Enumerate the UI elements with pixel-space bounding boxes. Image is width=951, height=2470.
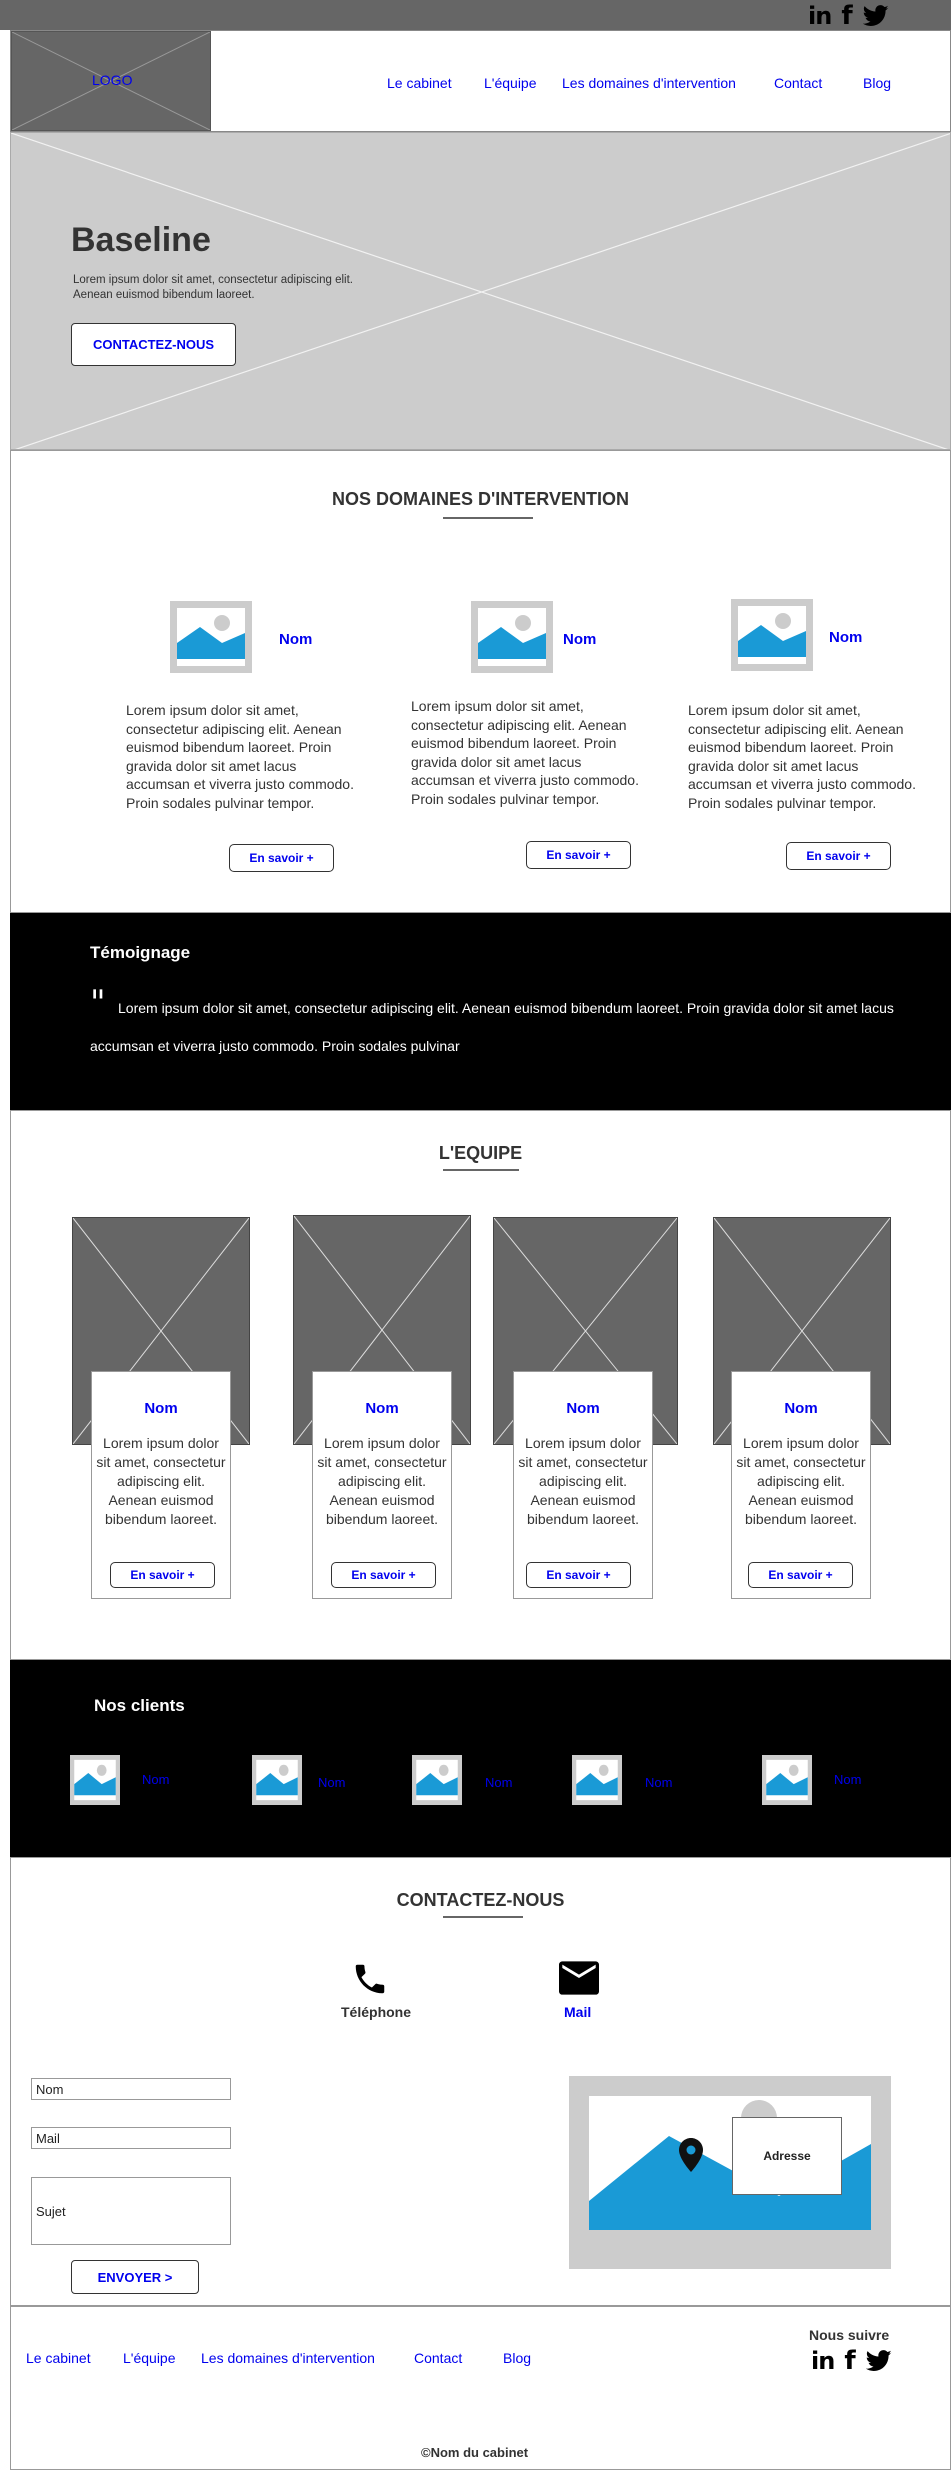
send-button[interactable]: ENVOYER > xyxy=(71,2260,199,2294)
map-placeholder[interactable]: Adresse xyxy=(569,2076,891,2269)
domaines-title-underline xyxy=(443,517,533,519)
temoignage-title: Témoignage xyxy=(90,943,191,962)
member-name[interactable]: Nom xyxy=(514,1400,652,1417)
member-card: Nom Lorem ipsum dolor sit amet, consecte… xyxy=(731,1371,871,1599)
domaines-section: NOS DOMAINES D'INTERVENTION Nom Lorem ip… xyxy=(10,450,951,913)
nav-domaines[interactable]: Les domaines d'intervention xyxy=(562,75,736,91)
image-placeholder-icon xyxy=(170,601,252,673)
member-more-button[interactable]: En savoir + xyxy=(526,1562,631,1588)
adresse-box: Adresse xyxy=(732,2117,842,2195)
client-logo-icon xyxy=(252,1755,302,1805)
member-text: Lorem ipsum dolor sit amet, consectetur … xyxy=(317,1435,447,1527)
client-logo-icon xyxy=(762,1755,812,1805)
member-text: Lorem ipsum dolor sit amet, consectetur … xyxy=(96,1435,226,1527)
logo-text: LOGO xyxy=(92,72,133,88)
site-header: LOGO Le cabinet L'équipe Les domaines d'… xyxy=(10,30,951,132)
mail-icon[interactable] xyxy=(559,1961,599,1995)
equipe-title: L'EQUIPE xyxy=(438,1143,523,1163)
hero-contact-button[interactable]: CONTACTEZ-NOUS xyxy=(71,323,236,366)
domaine-text: Lorem ipsum dolor sit amet, consectetur … xyxy=(411,698,639,807)
client-name[interactable]: Nom xyxy=(485,1775,512,1790)
linkedin-icon[interactable]: in xyxy=(808,4,832,28)
image-placeholder-icon xyxy=(471,601,553,673)
site-footer: Le cabinet L'équipe Les domaines d'inter… xyxy=(10,2306,951,2470)
member-name[interactable]: Nom xyxy=(313,1400,451,1417)
member-name[interactable]: Nom xyxy=(732,1400,870,1417)
sujet-field[interactable]: Sujet xyxy=(31,2177,231,2245)
domaine-text: Lorem ipsum dolor sit amet, consectetur … xyxy=(126,702,354,811)
client-name[interactable]: Nom xyxy=(318,1775,345,1790)
phone-label: Téléphone xyxy=(341,2004,412,2020)
member-text: Lorem ipsum dolor sit amet, consectetur … xyxy=(518,1435,648,1527)
domaines-title: NOS DOMAINES D'INTERVENTION xyxy=(332,489,629,509)
footer-social-links: in f xyxy=(811,2348,892,2374)
footer-nav-equipe[interactable]: L'équipe xyxy=(123,2350,176,2366)
nav-blog[interactable]: Blog xyxy=(863,75,891,91)
top-social-links: in f xyxy=(808,3,889,29)
mail-field[interactable]: Mail xyxy=(31,2127,231,2149)
footer-nav-blog[interactable]: Blog xyxy=(503,2350,531,2366)
copyright: ©Nom du cabinet xyxy=(421,2445,529,2460)
member-more-button[interactable]: En savoir + xyxy=(748,1562,853,1588)
client-logo-icon xyxy=(412,1755,462,1805)
nav-le-cabinet[interactable]: Le cabinet xyxy=(387,75,452,91)
facebook-icon[interactable]: f xyxy=(844,2348,855,2374)
logo[interactable]: LOGO xyxy=(11,31,211,131)
footer-nav-le-cabinet[interactable]: Le cabinet xyxy=(26,2350,91,2366)
temoignage-text: Lorem ipsum dolor sit amet, consectetur … xyxy=(90,1000,894,1054)
domaine-name[interactable]: Nom xyxy=(829,629,862,646)
member-card: Nom Lorem ipsum dolor sit amet, consecte… xyxy=(312,1371,452,1599)
contact-section: CONTACTEZ-NOUS Téléphone Mail Nom Mail S… xyxy=(10,1857,951,2306)
follow-label: Nous suivre xyxy=(809,2327,890,2343)
phone-icon[interactable] xyxy=(351,1960,389,1998)
footer-nav-contact[interactable]: Contact xyxy=(414,2350,462,2366)
domaine-more-button[interactable]: En savoir + xyxy=(786,842,891,870)
nav-equipe[interactable]: L'équipe xyxy=(484,75,537,91)
top-bar: in f xyxy=(0,0,951,30)
member-card: Nom Lorem ipsum dolor sit amet, consecte… xyxy=(513,1371,653,1599)
member-text: Lorem ipsum dolor sit amet, consectetur … xyxy=(736,1435,866,1527)
temoignage-section: Témoignage " Lorem ipsum dolor sit amet,… xyxy=(10,913,951,1110)
domaine-text: Lorem ipsum dolor sit amet, consectetur … xyxy=(688,702,916,811)
member-more-button[interactable]: En savoir + xyxy=(331,1562,436,1588)
facebook-icon[interactable]: f xyxy=(841,3,852,29)
contact-title-underline xyxy=(443,1916,523,1918)
map-pin-icon xyxy=(679,2138,703,2172)
twitter-icon[interactable] xyxy=(865,2350,892,2372)
member-name[interactable]: Nom xyxy=(92,1400,230,1417)
domaine-more-button[interactable]: En savoir + xyxy=(229,844,334,872)
domaine-name[interactable]: Nom xyxy=(279,631,312,648)
twitter-icon[interactable] xyxy=(862,5,889,27)
client-name[interactable]: Nom xyxy=(834,1772,861,1787)
clients-section: Nos clients Nom Nom Nom Nom Nom xyxy=(10,1660,951,1857)
client-logo-icon xyxy=(70,1755,120,1805)
hero-banner: Baseline Lorem ipsum dolor sit amet, con… xyxy=(10,132,951,450)
clients-title: Nos clients xyxy=(94,1696,185,1715)
member-more-button[interactable]: En savoir + xyxy=(110,1562,215,1588)
client-name[interactable]: Nom xyxy=(142,1772,169,1787)
client-name[interactable]: Nom xyxy=(645,1775,672,1790)
linkedin-icon[interactable]: in xyxy=(811,2349,835,2373)
hero-text: Lorem ipsum dolor sit amet, consectetur … xyxy=(73,274,353,301)
mail-label[interactable]: Mail xyxy=(564,2004,591,2020)
map-image: Adresse xyxy=(589,2096,871,2230)
nom-field[interactable]: Nom xyxy=(31,2078,231,2100)
client-logo-icon xyxy=(572,1755,622,1805)
equipe-section: L'EQUIPE Nom Lorem ipsum dolor sit amet,… xyxy=(10,1110,951,1660)
equipe-title-underline xyxy=(443,1169,519,1171)
hero-title: Baseline xyxy=(71,221,211,259)
member-card: Nom Lorem ipsum dolor sit amet, consecte… xyxy=(91,1371,231,1599)
footer-nav-domaines[interactable]: Les domaines d'intervention xyxy=(201,2350,375,2366)
image-placeholder-icon xyxy=(731,599,813,671)
domaine-more-button[interactable]: En savoir + xyxy=(526,841,631,869)
contact-title: CONTACTEZ-NOUS xyxy=(396,1890,565,1910)
nav-contact[interactable]: Contact xyxy=(774,75,822,91)
domaine-name[interactable]: Nom xyxy=(563,631,596,648)
